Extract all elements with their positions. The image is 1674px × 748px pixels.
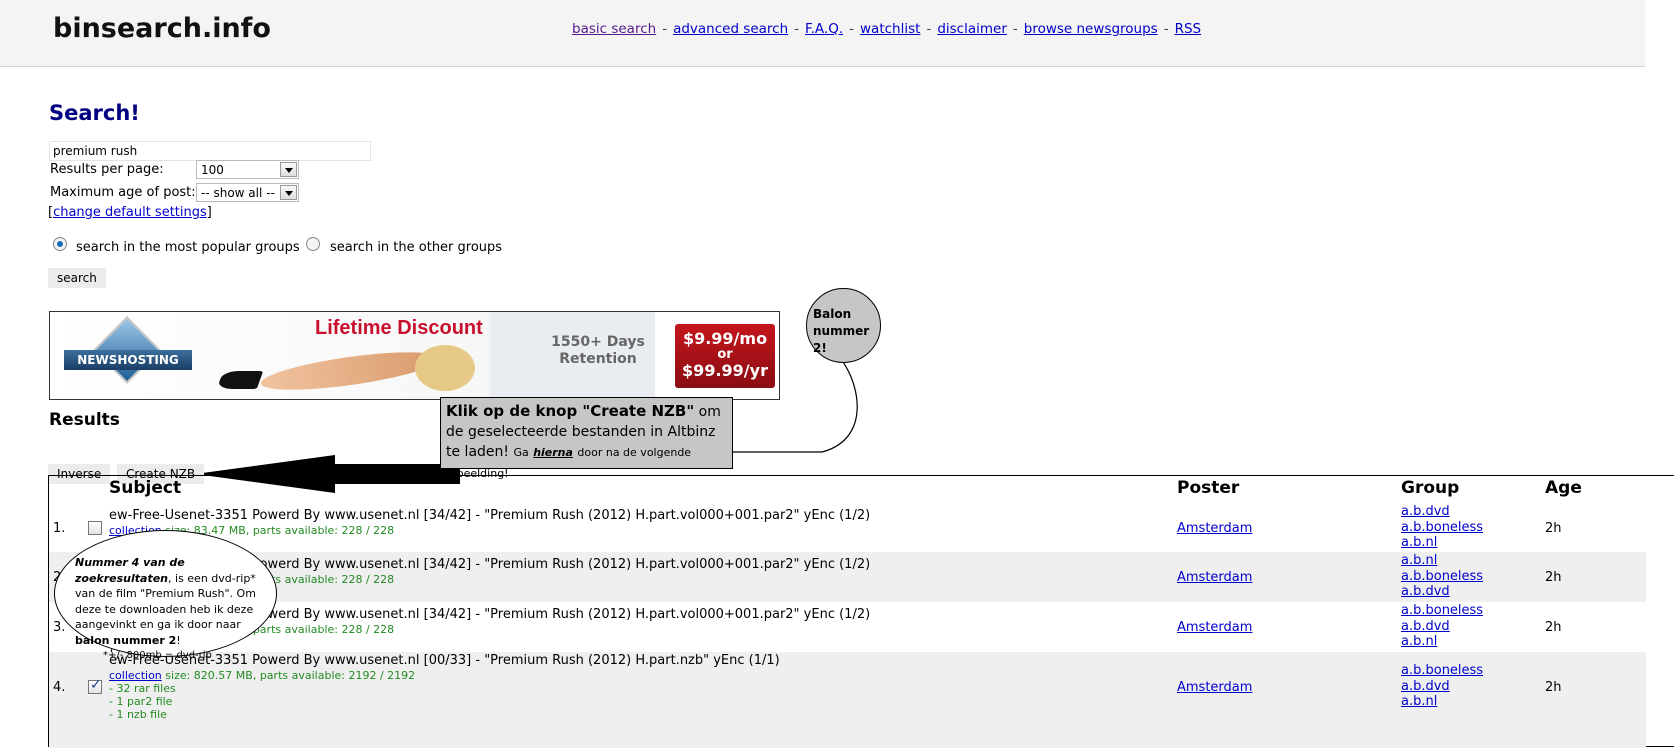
collection-link[interactable]: collection <box>109 669 162 682</box>
table-row: 2. ew-Free-Usenet-3351 Powerd By www.use… <box>49 552 1646 602</box>
row-age: 2h <box>1545 570 1562 585</box>
header-poster: Poster <box>1177 478 1240 498</box>
group-link[interactable]: a.b.dvd <box>1401 504 1450 519</box>
radio-other-groups[interactable] <box>306 237 320 251</box>
radio-other-label: search in the other groups <box>330 240 503 255</box>
group-link[interactable]: a.b.boneless <box>1401 520 1483 535</box>
nav-basic-search[interactable]: basic search <box>572 21 656 37</box>
speech-bubble-text: Nummer 4 van de zoekresultaten, is een d… <box>75 556 256 661</box>
header-group: Group <box>1401 478 1460 498</box>
group-link[interactable]: a.b.nl <box>1401 535 1437 550</box>
newshosting-logo: NEWSHOSTING <box>64 316 192 388</box>
row-checkbox[interactable] <box>88 677 102 694</box>
table-row: 1. ew-Free-Usenet-3351 Powerd By www.use… <box>53 504 1562 551</box>
header-age: Age <box>1545 478 1582 498</box>
results-title: Results <box>49 410 120 430</box>
chevron-down-icon[interactable] <box>280 162 297 177</box>
radio-popular-groups[interactable] <box>53 237 67 251</box>
site-logo[interactable]: binsearch.info <box>53 13 271 44</box>
nav-rss[interactable]: RSS <box>1175 21 1202 37</box>
nav-browse-newsgroups[interactable]: browse newsgroups <box>1024 21 1158 37</box>
nav-faq[interactable]: F.A.Q. <box>805 21 843 37</box>
search-input[interactable] <box>49 141 371 161</box>
row-age: 2h <box>1545 680 1562 695</box>
nav-watchlist[interactable]: watchlist <box>860 21 920 37</box>
poster-link[interactable]: Amsterdam <box>1177 570 1252 585</box>
group-link[interactable]: a.b.boneless <box>1401 603 1483 618</box>
group-link[interactable]: a.b.boneless <box>1401 663 1483 678</box>
group-link[interactable]: a.b.dvd <box>1401 584 1450 599</box>
change-default-settings: [change default settings] <box>48 205 212 220</box>
search-button[interactable]: search <box>48 268 106 288</box>
results-per-page-select[interactable]: 100 <box>196 160 299 179</box>
balloon-number-2: Balon nummer 2! <box>806 288 881 363</box>
row-groups: a.b.boneless a.b.dvd a.b.nl <box>1401 663 1483 710</box>
group-link[interactable]: a.b.nl <box>1401 694 1437 709</box>
group-link[interactable]: a.b.dvd <box>1401 679 1450 694</box>
row-groups: a.b.dvd a.b.boneless a.b.nl <box>1401 504 1483 551</box>
chevron-down-icon[interactable] <box>280 185 297 200</box>
table-row: 3. ew-Free-Usenet-3351 Powerd By www.use… <box>53 603 1562 650</box>
nav-advanced-search[interactable]: advanced search <box>673 21 788 37</box>
row-subject: ew-Free-Usenet-3351 Powerd By www.usenet… <box>109 508 871 523</box>
row-age: 2h <box>1545 620 1562 635</box>
newshosting-banner[interactable]: NEWSHOSTING Lifetime Discount 1550+ Days… <box>49 311 780 400</box>
row-groups: a.b.boneless a.b.dvd a.b.nl <box>1401 603 1483 650</box>
results-per-page-label: Results per page: <box>50 162 164 177</box>
poster-link[interactable]: Amsterdam <box>1177 620 1252 635</box>
header-subject: Subject <box>109 478 182 498</box>
table-row: 4. ew-Free-Usenet-3351 Powerd By www.use… <box>49 652 1646 748</box>
banner-headline: Lifetime Discount <box>315 317 483 339</box>
site-header: binsearch.info basic search - advanced sea… <box>0 0 1645 67</box>
row-age: 2h <box>1545 521 1562 536</box>
banner-retention: 1550+ Days Retention <box>551 334 645 367</box>
top-nav: basic search - advanced search - F.A.Q. - watc… <box>572 21 1202 37</box>
results-table: Subject Poster Group Age 1. ew-Free-Usen… <box>48 475 1674 748</box>
instruction-callout: Klik op de knop "Create NZB" om de gesel… <box>440 397 733 480</box>
file-breakdown: - 32 rar files - 1 par2 file - 1 nzb fil… <box>109 682 176 721</box>
row-checkbox[interactable] <box>88 521 102 535</box>
banner-model-image <box>200 337 510 399</box>
nav-disclaimer[interactable]: disclaimer <box>937 21 1007 37</box>
row-groups: a.b.nl a.b.boneless a.b.dvd <box>1401 553 1483 600</box>
poster-link[interactable]: Amsterdam <box>1177 521 1252 536</box>
group-link[interactable]: a.b.nl <box>1401 553 1437 568</box>
change-default-settings-link[interactable]: change default settings <box>53 205 207 220</box>
hierna-link: hierna <box>533 446 573 459</box>
poster-link[interactable]: Amsterdam <box>1177 680 1252 695</box>
max-age-label: Maximum age of post: <box>50 185 196 200</box>
group-link[interactable]: a.b.boneless <box>1401 569 1483 584</box>
radio-popular-label: search in the most popular groups <box>76 240 300 255</box>
banner-price: $9.99/mo or $99.99/yr <box>675 324 775 388</box>
max-age-select[interactable]: -- show all -- <box>196 183 299 202</box>
group-link[interactable]: a.b.dvd <box>1401 619 1450 634</box>
search-title: Search! <box>49 101 140 125</box>
group-link[interactable]: a.b.nl <box>1401 634 1437 649</box>
